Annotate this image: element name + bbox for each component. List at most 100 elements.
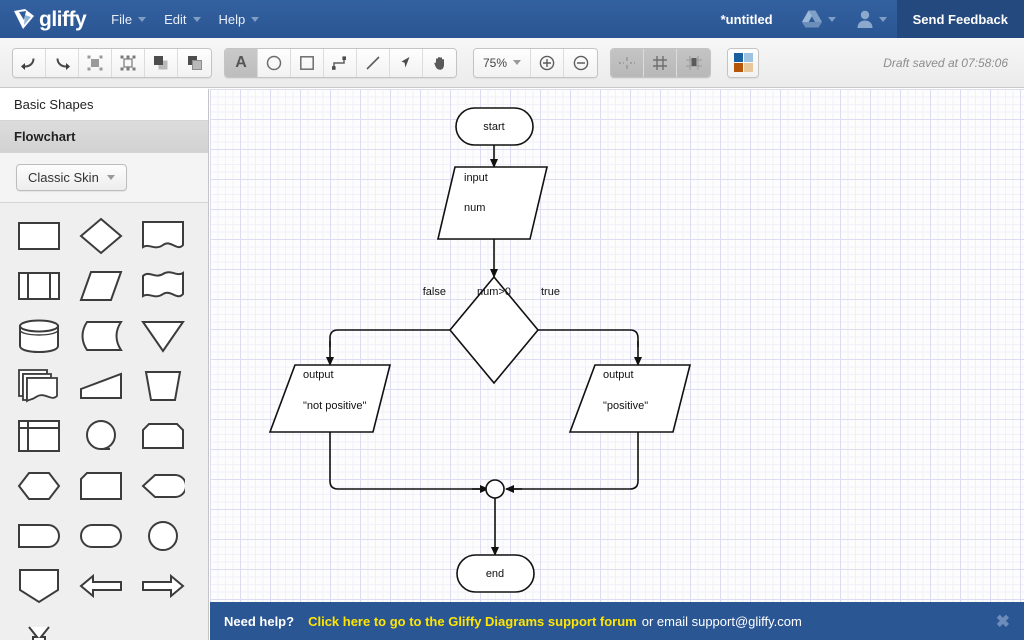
bring-to-front-icon[interactable] bbox=[145, 48, 178, 77]
edge-true-output-to-merge bbox=[510, 432, 639, 490]
sidebar-panel-flowchart-label: Flowchart bbox=[14, 129, 76, 144]
shape-hexagon[interactable] bbox=[14, 465, 64, 507]
shape-stored-data[interactable] bbox=[76, 315, 126, 357]
connector-tool-icon[interactable] bbox=[324, 48, 357, 77]
header-right-group: *untitled Send Feedback bbox=[721, 0, 1024, 38]
shape-parallelogram[interactable] bbox=[76, 265, 126, 307]
edge-false-branch bbox=[329, 329, 472, 347]
gliffy-logo[interactable]: gliffy bbox=[12, 7, 87, 31]
shape-arrow-right[interactable] bbox=[138, 565, 188, 607]
diagram-canvas[interactable]: start input num num>0 false true output … bbox=[210, 89, 1024, 640]
skin-selector-row: Classic Skin bbox=[0, 153, 208, 203]
menu-help-label: Help bbox=[218, 11, 246, 27]
node-start-label: start bbox=[483, 121, 504, 133]
zoom-out-icon[interactable] bbox=[564, 48, 598, 77]
shape-arrow-left[interactable] bbox=[76, 565, 126, 607]
sidebar-panel-flowchart[interactable]: Flowchart bbox=[0, 121, 208, 153]
snap-to-grid-icon[interactable] bbox=[677, 48, 711, 77]
swatch-color-3 bbox=[733, 63, 743, 72]
send-feedback-button[interactable]: Send Feedback bbox=[896, 0, 1024, 38]
user-account-menu[interactable] bbox=[846, 9, 897, 29]
zoom-level-dropdown[interactable]: 75% bbox=[474, 48, 532, 77]
draft-saved-status: Draft saved at 07:58:06 bbox=[883, 55, 1008, 70]
grid-button-group bbox=[610, 47, 712, 78]
brand-name: gliffy bbox=[39, 7, 87, 31]
chevron-down-icon bbox=[513, 60, 522, 65]
shape-database[interactable] bbox=[14, 315, 64, 357]
shape-rectangle[interactable] bbox=[14, 215, 64, 257]
shape-shield-pentagon[interactable] bbox=[14, 565, 64, 607]
help-email-text: or email support@gliffy.com bbox=[641, 613, 802, 629]
shape-diamond[interactable] bbox=[76, 215, 126, 257]
sidebar-panel-basic-shapes-label: Basic Shapes bbox=[14, 97, 94, 112]
shape-cut-corner-card[interactable] bbox=[138, 415, 188, 457]
theme-button-group bbox=[727, 47, 760, 78]
shape-document[interactable] bbox=[138, 215, 188, 257]
hand-tool-icon[interactable] bbox=[423, 48, 456, 77]
shape-delay[interactable] bbox=[14, 515, 64, 557]
shape-predefined-process[interactable] bbox=[14, 265, 64, 307]
chevron-down-icon bbox=[192, 16, 201, 22]
node-output-true[interactable]: output "positive" bbox=[568, 364, 692, 433]
theme-swatch-icon[interactable] bbox=[728, 48, 759, 77]
rectangle-tool-icon[interactable] bbox=[291, 48, 324, 77]
node-output-true-line1: output bbox=[603, 369, 634, 381]
main-menu: File Edit Help bbox=[102, 8, 268, 31]
node-output-false-line2: "not positive" bbox=[303, 400, 367, 412]
shape-trapezoid[interactable] bbox=[138, 365, 188, 407]
shape-card[interactable] bbox=[76, 465, 126, 507]
shape-internal-storage[interactable] bbox=[14, 415, 64, 457]
google-drive-icon bbox=[801, 9, 823, 29]
snap-to-point-icon[interactable] bbox=[611, 48, 645, 77]
shape-document-stack[interactable] bbox=[14, 365, 64, 407]
menu-file[interactable]: File bbox=[102, 8, 155, 31]
menu-help[interactable]: Help bbox=[210, 8, 269, 31]
node-merge-junction[interactable] bbox=[485, 479, 505, 499]
redo-icon[interactable] bbox=[46, 48, 79, 77]
shape-trapezoid-slant[interactable] bbox=[76, 365, 126, 407]
node-output-false-line1: output bbox=[303, 369, 334, 381]
node-output-true-line2: "positive" bbox=[603, 400, 648, 412]
node-end[interactable]: end bbox=[456, 554, 535, 593]
user-account-icon bbox=[856, 9, 874, 29]
undo-icon[interactable] bbox=[13, 48, 46, 77]
node-end-label: end bbox=[486, 568, 504, 580]
text-tool-icon[interactable]: A bbox=[225, 48, 258, 77]
swatch-color-2 bbox=[743, 53, 753, 62]
shape-triangle-down[interactable] bbox=[138, 315, 188, 357]
google-drive-menu[interactable] bbox=[791, 9, 846, 29]
shape-arrow-pentagon-left[interactable] bbox=[138, 465, 188, 507]
node-start[interactable]: start bbox=[455, 107, 534, 146]
ellipse-tool-icon[interactable] bbox=[258, 48, 291, 77]
close-icon[interactable]: ✖ bbox=[996, 613, 1010, 630]
support-forum-link[interactable]: Click here to go to the Gliffy Diagrams … bbox=[308, 614, 637, 629]
show-grid-icon[interactable] bbox=[644, 48, 678, 77]
shape-circle[interactable] bbox=[138, 515, 188, 557]
shape-rounded-rectangle[interactable] bbox=[76, 515, 126, 557]
node-input[interactable]: input num bbox=[436, 166, 549, 240]
send-to-back-icon[interactable] bbox=[178, 48, 211, 77]
shape-multi-document[interactable] bbox=[138, 265, 188, 307]
pointer-tool-icon[interactable] bbox=[390, 48, 423, 77]
select-all-icon[interactable] bbox=[79, 48, 112, 77]
menu-edit[interactable]: Edit bbox=[155, 8, 209, 31]
shape-palette bbox=[0, 203, 208, 640]
chevron-down-icon bbox=[878, 16, 887, 22]
text-tool-label: A bbox=[235, 53, 247, 71]
app-header: gliffy File Edit Help *untitled Send Fee… bbox=[0, 0, 1024, 38]
swatch-color-1 bbox=[733, 53, 743, 62]
history-button-group bbox=[12, 47, 212, 78]
swatch-color-4 bbox=[743, 63, 753, 72]
chevron-down-icon bbox=[106, 175, 115, 180]
line-tool-icon[interactable] bbox=[357, 48, 390, 77]
skin-dropdown-button[interactable]: Classic Skin bbox=[16, 164, 127, 191]
zoom-in-icon[interactable] bbox=[531, 48, 565, 77]
shape-loop-limit-circle[interactable] bbox=[76, 415, 126, 457]
gliffy-logo-icon bbox=[12, 7, 36, 31]
node-decision[interactable]: num>0 bbox=[448, 275, 540, 385]
sidebar-panel-basic-shapes[interactable]: Basic Shapes bbox=[0, 89, 208, 121]
document-title[interactable]: *untitled bbox=[721, 12, 773, 27]
shape-double-arrow-horizontal[interactable] bbox=[14, 615, 64, 640]
node-output-false[interactable]: output "not positive" bbox=[268, 364, 392, 433]
deselect-icon[interactable] bbox=[112, 48, 145, 77]
